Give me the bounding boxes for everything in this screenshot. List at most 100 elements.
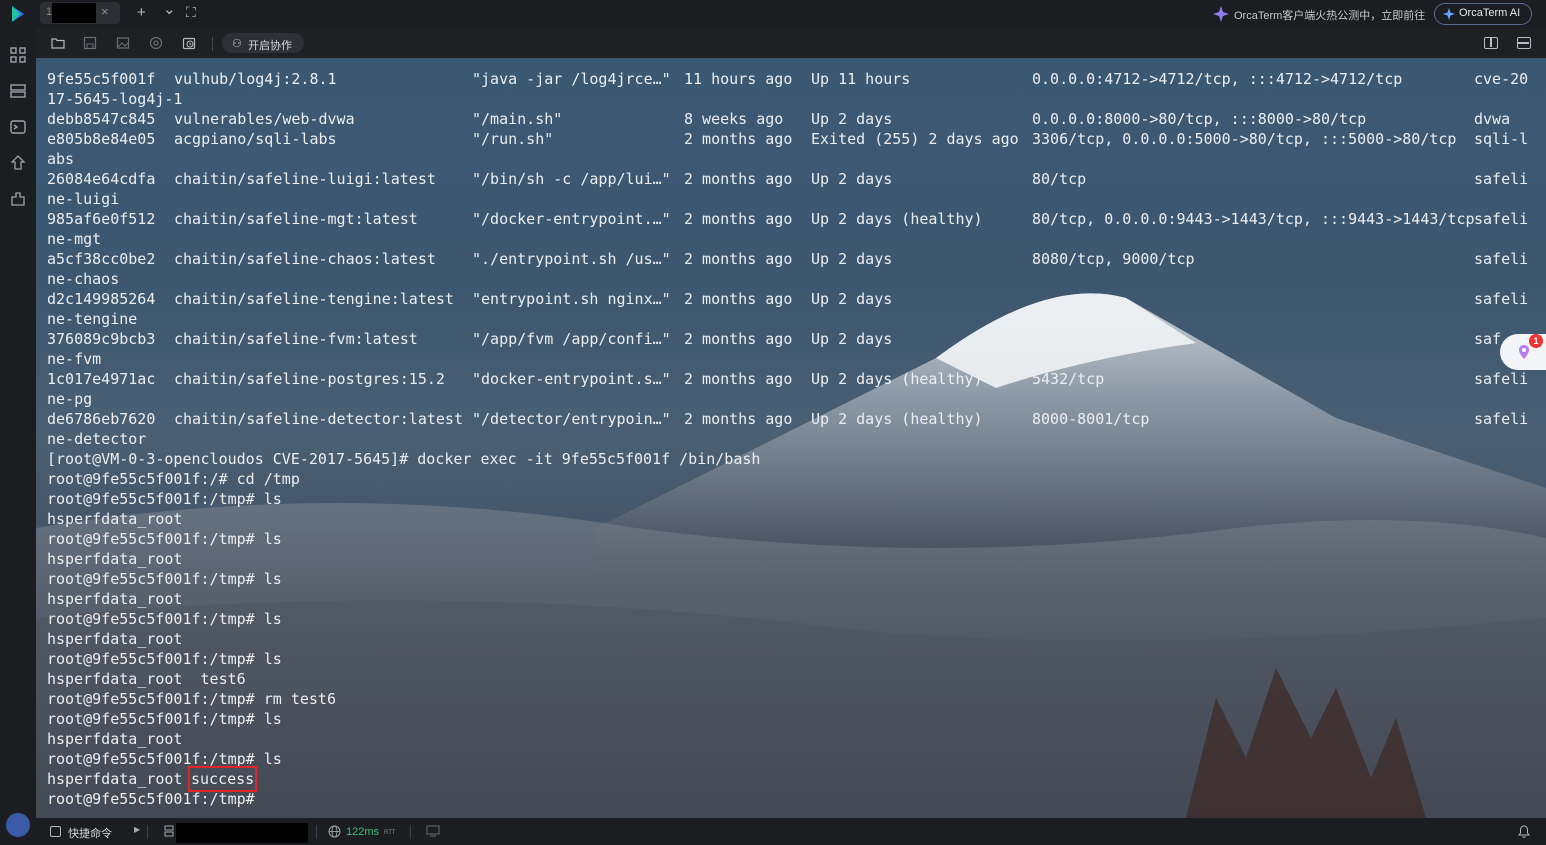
container-name-wrap: ne-chaos [47,270,120,288]
redacted-tab-title [52,3,96,23]
terminal-icon[interactable] [9,118,27,136]
container-command: "/bin/sh -c /app/lui…" [472,170,671,188]
container-name-wrap: ne-mgt [47,230,102,248]
split-horizontal-icon[interactable] [1517,37,1531,49]
container-name-wrap: 17-5645-log4j-1 [47,90,183,108]
highlighted-success-file: success [187,766,258,792]
notification-badge: 1 [1529,334,1543,348]
globe-icon [328,825,341,838]
settings-icon[interactable] [149,36,163,50]
toolbar-divider [212,37,213,51]
container-name: safeli [1474,370,1529,388]
ai-sparkle-icon [1443,8,1455,20]
container-id: 26084e64cdfa [47,170,156,188]
session-line: hsperfdata_root [47,510,183,528]
container-created: 2 months ago [684,410,793,428]
container-created: 2 months ago [684,250,793,268]
container-image: chaitin/safeline-mgt:latest [174,210,418,228]
new-tab-button[interactable]: + [137,4,146,22]
promo-link[interactable]: OrcaTerm客户端火热公测中，立即前往 [1234,7,1425,23]
container-status: Up 2 days [811,110,893,128]
container-status: Up 2 days (healthy) [811,370,983,388]
close-tab-icon[interactable]: × [101,4,109,19]
container-command: "docker-entrypoint.s…" [472,370,671,388]
container-name: sqli-l [1474,130,1529,148]
session-line: root@9fe55c5f001f:/tmp# ls [47,650,282,668]
container-name: safeli [1474,410,1529,428]
session-line: root@9fe55c5f001f:/tmp# ls [47,490,282,508]
session-line: hsperfdata_root [47,630,183,648]
container-command: "/app/fvm /app/confi…" [472,330,671,348]
container-image: vulnerables/web-dvwa [174,110,355,128]
container-ports: 80/tcp [1032,170,1087,188]
container-image: acgpiano/sqli-labs [174,130,337,148]
floating-assistant-widget[interactable]: 1 [1500,334,1546,370]
apps-grid-icon[interactable] [9,46,27,64]
container-id: a5cf38cc0be2 [47,250,156,268]
container-ports: 0.0.0.0:4712->4712/tcp, :::4712->4712/tc… [1032,70,1403,88]
container-created: 8 weeks ago [684,110,784,128]
session-line: root@9fe55c5f001f:/tmp# ls [47,530,282,548]
container-name-wrap: ne-tengine [47,310,138,328]
collaborate-user-icon: ⚇ [232,38,242,50]
container-created: 2 months ago [684,170,793,188]
container-ports: 8000-8001/tcp [1032,410,1150,428]
ls-output: hsperfdata_root [47,770,183,788]
plugin-icon[interactable] [9,190,27,208]
start-collaboration-button[interactable]: ⚇ 开启协作 [222,33,304,53]
assistant-location-icon [1519,345,1529,359]
redacted-host [176,823,308,843]
terminal-toolbar: ⚇ 开启协作 [36,28,1546,58]
final-prompt: root@9fe55c5f001f:/tmp# [47,790,255,808]
container-command: "./entrypoint.sh /us…" [472,250,671,268]
container-id: de6786eb7620 [47,410,156,428]
session-line: hsperfdata_root [47,550,183,568]
fullscreen-icon[interactable]: ⛶ [186,3,196,21]
status-bar: 快捷命令 ▶ 122ms RTT [36,818,1546,845]
container-image: chaitin/safeline-tengine:latest [174,290,454,308]
container-status: Exited (255) 2 days ago [811,130,1019,148]
server-list-icon[interactable] [9,82,27,100]
container-name-wrap: ne-pg [47,390,93,408]
container-command: "/run.sh" [472,130,554,148]
container-name: safeli [1474,210,1529,228]
user-avatar[interactable] [6,813,30,837]
open-folder-icon[interactable] [51,36,65,50]
history-icon[interactable] [182,36,196,50]
container-image: chaitin/safeline-postgres:15.2 [174,370,445,388]
statusbar-divider [316,825,317,839]
tab-dropdown-icon[interactable]: ⌄ [163,1,176,19]
container-status: Up 2 days [811,290,893,308]
container-command: "/main.sh" [472,110,563,128]
split-vertical-icon[interactable] [1484,37,1498,49]
session-line: hsperfdata_root test6 [47,670,246,688]
session-line: root@9fe55c5f001f:/tmp# ls [47,570,282,588]
left-sidebar [0,28,36,845]
container-ports: 3306/tcp, 0.0.0.0:5000->80/tcp, :::5000-… [1032,130,1457,148]
orcaterm-logo-icon [12,6,24,22]
container-status: Up 2 days (healthy) [811,410,983,428]
lightning-icon [50,826,61,837]
monitor-icon[interactable] [426,825,440,837]
container-ports: 8080/tcp, 9000/tcp [1032,250,1195,268]
container-command: "entrypoint.sh nginx…" [472,290,671,308]
container-name-wrap: abs [47,150,75,168]
container-ports: 5432/tcp [1032,370,1105,388]
container-id: d2c149985264 [47,290,156,308]
file-transfer-icon[interactable] [9,154,27,172]
bell-icon[interactable] [1518,825,1530,838]
session-line: hsperfdata_root [47,590,183,608]
terminal-output[interactable]: 9fe55c5f001f vulhub/log4j:2.8.1 "java -jar… [36,58,1546,818]
container-created: 2 months ago [684,330,793,348]
session-line: root@9fe55c5f001f:/tmp# ls [47,610,282,628]
save-session-icon[interactable] [83,36,97,50]
image-icon[interactable] [116,36,130,50]
container-image: chaitin/safeline-fvm:latest [174,330,418,348]
container-command: "/detector/entrypoin…" [472,410,671,428]
container-id: 376089c9bcb3 [47,330,156,348]
container-ports: 0.0.0.0:8000->80/tcp, :::8000->80/tcp [1032,110,1367,128]
container-name: cve-20 [1474,70,1529,88]
session-tab[interactable]: 1 × [40,2,120,24]
orcaterm-ai-button[interactable]: OrcaTerm AI [1434,3,1532,25]
container-name: dvwa [1474,110,1511,128]
